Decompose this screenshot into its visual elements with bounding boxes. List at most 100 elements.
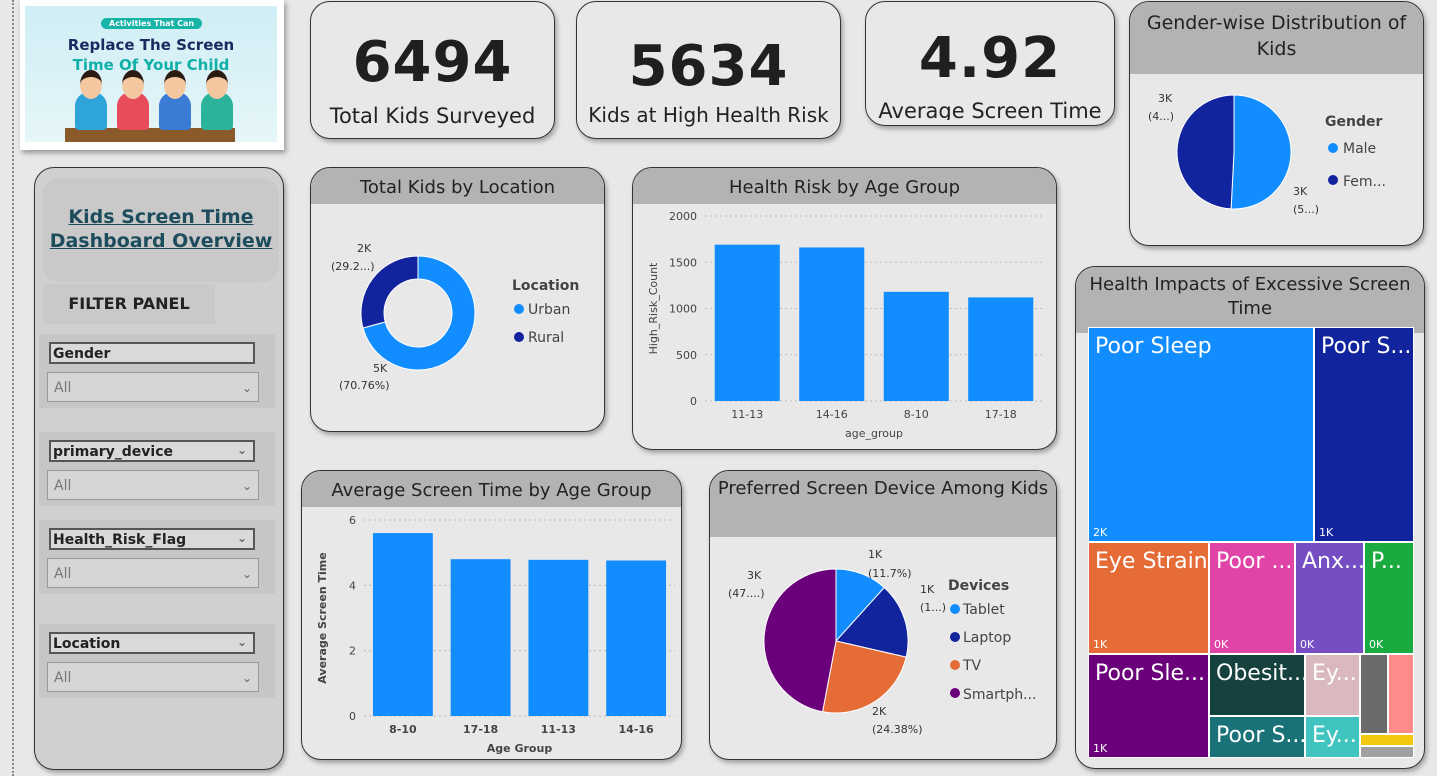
treemap-tile[interactable]: Poor ... 0K (1209, 542, 1295, 654)
treemap-tile[interactable]: Ey... (1305, 654, 1360, 716)
legend-marker (1328, 175, 1338, 185)
gender-pie-card: Gender-wise Distribution of Kids Gender … (1129, 1, 1424, 246)
gender-slice[interactable] (1176, 94, 1235, 210)
x-tick-label: 8-10 (389, 723, 417, 736)
slicer-header[interactable]: primary_device ⌄ (49, 440, 255, 462)
chevron-down-icon[interactable]: ⌄ (242, 471, 252, 501)
kid-icon (159, 70, 191, 130)
legend-item[interactable]: Smartph... (963, 687, 1036, 703)
location-donut-card: Total Kids by Location Location Urban Ru… (310, 167, 605, 432)
y-tick-label: 0 (690, 395, 697, 408)
treemap-tile[interactable]: Poor Sleep 2K (1088, 327, 1314, 542)
treemap-tile[interactable]: Ey... (1305, 716, 1360, 758)
data-label: (1...) (920, 601, 946, 614)
slicer-location: Location ⌄ All ⌄ (39, 624, 275, 698)
dropdown-value: All (54, 478, 72, 494)
y-tick-label: 2000 (669, 210, 697, 223)
slicer-gender: Gender All ⌄ (39, 334, 275, 408)
data-label: 3K (1293, 185, 1308, 198)
treemap-tile-label: Poor ... (1216, 549, 1293, 574)
slicer-header-label: primary_device (53, 444, 174, 460)
treemap-tile[interactable]: Poor S... (1209, 716, 1305, 758)
legend-marker (950, 632, 960, 642)
banner-tag: Activities That Can (101, 18, 203, 29)
treemap-tile-label: Ey... (1312, 661, 1357, 686)
data-label: (29.2...) (331, 260, 375, 273)
bar[interactable] (372, 533, 433, 716)
legend-item[interactable]: Male (1343, 141, 1376, 157)
avg-screen-time-bar-card: Average Screen Time by Age Group 0 2 4 6 8-1… (301, 470, 682, 760)
bar[interactable] (528, 559, 589, 716)
treemap-tile-value: 1K (1319, 526, 1334, 539)
legend-marker (514, 332, 524, 342)
primary-device-dropdown[interactable]: All ⌄ (47, 470, 259, 500)
treemap-tile[interactable]: Anx... 0K (1295, 542, 1364, 654)
data-label: 1K (868, 548, 883, 561)
legend-item[interactable]: Tablet (962, 602, 1005, 618)
slicer-header-label: Health_Risk_Flag (53, 532, 187, 548)
avg-screen-time-bar-chart: 0 2 4 6 8-10 17-18 11-13 14-16 Age Group Average … (316, 514, 675, 755)
bar[interactable] (450, 559, 511, 716)
health-impacts-treemap-card: Health Impacts of Excessive Screen Time … (1075, 266, 1425, 769)
chart-title: Health Impacts of Excessive Screen Time (1076, 267, 1424, 333)
bar[interactable] (799, 247, 865, 401)
gender-pie-chart: Gender Male Fem... 3K (4...) 3K (5...) (1148, 92, 1386, 216)
treemap-tile[interactable] (1388, 654, 1414, 734)
y-axis-title: Average Screen Time (316, 552, 329, 683)
kpi-total-kids: 6494 Total Kids Surveyed (310, 1, 555, 139)
chevron-down-icon[interactable]: ⌄ (237, 632, 247, 652)
legend-item[interactable]: Urban (528, 302, 570, 318)
treemap-tile-value: 1K (1093, 638, 1108, 651)
legend-item[interactable]: Laptop (963, 630, 1011, 646)
device-slice[interactable] (763, 568, 837, 713)
legend-title: Gender (1325, 114, 1382, 130)
treemap-tile[interactable]: Poor Sle... 1K (1088, 654, 1209, 758)
y-tick-label: 1500 (669, 256, 697, 269)
treemap-tile[interactable]: Poor S... 1K (1314, 327, 1414, 542)
slicer-header[interactable]: Health_Risk_Flag ⌄ (49, 528, 255, 550)
treemap-tile[interactable]: P... 0K (1364, 542, 1414, 654)
y-tick-label: 1000 (669, 303, 697, 316)
data-label: 2K (357, 242, 372, 255)
treemap-tile[interactable] (1360, 746, 1414, 758)
kpi-label: Average Screen Time (878, 99, 1102, 120)
legend-marker (950, 660, 960, 670)
x-tick-label: 17-18 (463, 723, 498, 736)
kpi-avg-screen-time: 4.92 Average Screen Time (865, 1, 1115, 126)
gender-slice[interactable] (1230, 94, 1292, 210)
treemap-tile[interactable]: Eye Strain 1K (1088, 542, 1209, 654)
y-tick-label: 0 (349, 710, 356, 723)
legend-item[interactable]: Rural (528, 330, 564, 346)
dashboard-title-line-2: Dashboard Overview (49, 230, 273, 252)
health-risk-bar-chart: 0 500 1000 1500 2000 11-13 14-16 8-10 17-18 age_g… (647, 210, 1043, 440)
chevron-down-icon[interactable]: ⌄ (242, 373, 252, 403)
banner-illustration: Activities That Can Replace The Screen T… (25, 6, 277, 142)
gender-dropdown[interactable]: All ⌄ (47, 372, 259, 402)
chevron-down-icon[interactable]: ⌄ (242, 663, 252, 693)
data-label: (5...) (1293, 203, 1319, 216)
banner-image: Activities That Can Replace The Screen T… (20, 0, 284, 150)
dropdown-value: All (54, 380, 72, 396)
data-label: (70.76%) (339, 379, 390, 392)
kpi-label: Total Kids Surveyed (329, 104, 536, 128)
bar[interactable] (883, 291, 949, 401)
treemap-tile-label: Obesit... (1216, 661, 1305, 686)
treemap-tile[interactable] (1360, 654, 1388, 734)
health-risk-dropdown[interactable]: All ⌄ (47, 558, 259, 588)
bar[interactable] (968, 297, 1034, 401)
data-label: 3K (747, 569, 762, 582)
chevron-down-icon[interactable]: ⌄ (242, 559, 252, 589)
chevron-down-icon[interactable]: ⌄ (237, 440, 247, 460)
filter-sidebar: Kids Screen Time Dashboard Overview FILT… (34, 167, 284, 770)
treemap-tile[interactable]: Obesit... (1209, 654, 1305, 716)
treemap-tile[interactable] (1360, 734, 1414, 746)
bar[interactable] (714, 244, 780, 401)
slicer-header[interactable]: Location ⌄ (49, 632, 255, 654)
legend-item[interactable]: TV (962, 658, 982, 674)
legend-marker (950, 688, 960, 698)
chevron-down-icon[interactable]: ⌄ (237, 528, 247, 548)
bar[interactable] (606, 560, 667, 716)
location-dropdown[interactable]: All ⌄ (47, 662, 259, 692)
health-risk-bar-card: Health Risk by Age Group 0 500 1000 1500 200… (632, 167, 1057, 450)
legend-item[interactable]: Fem... (1343, 174, 1386, 190)
